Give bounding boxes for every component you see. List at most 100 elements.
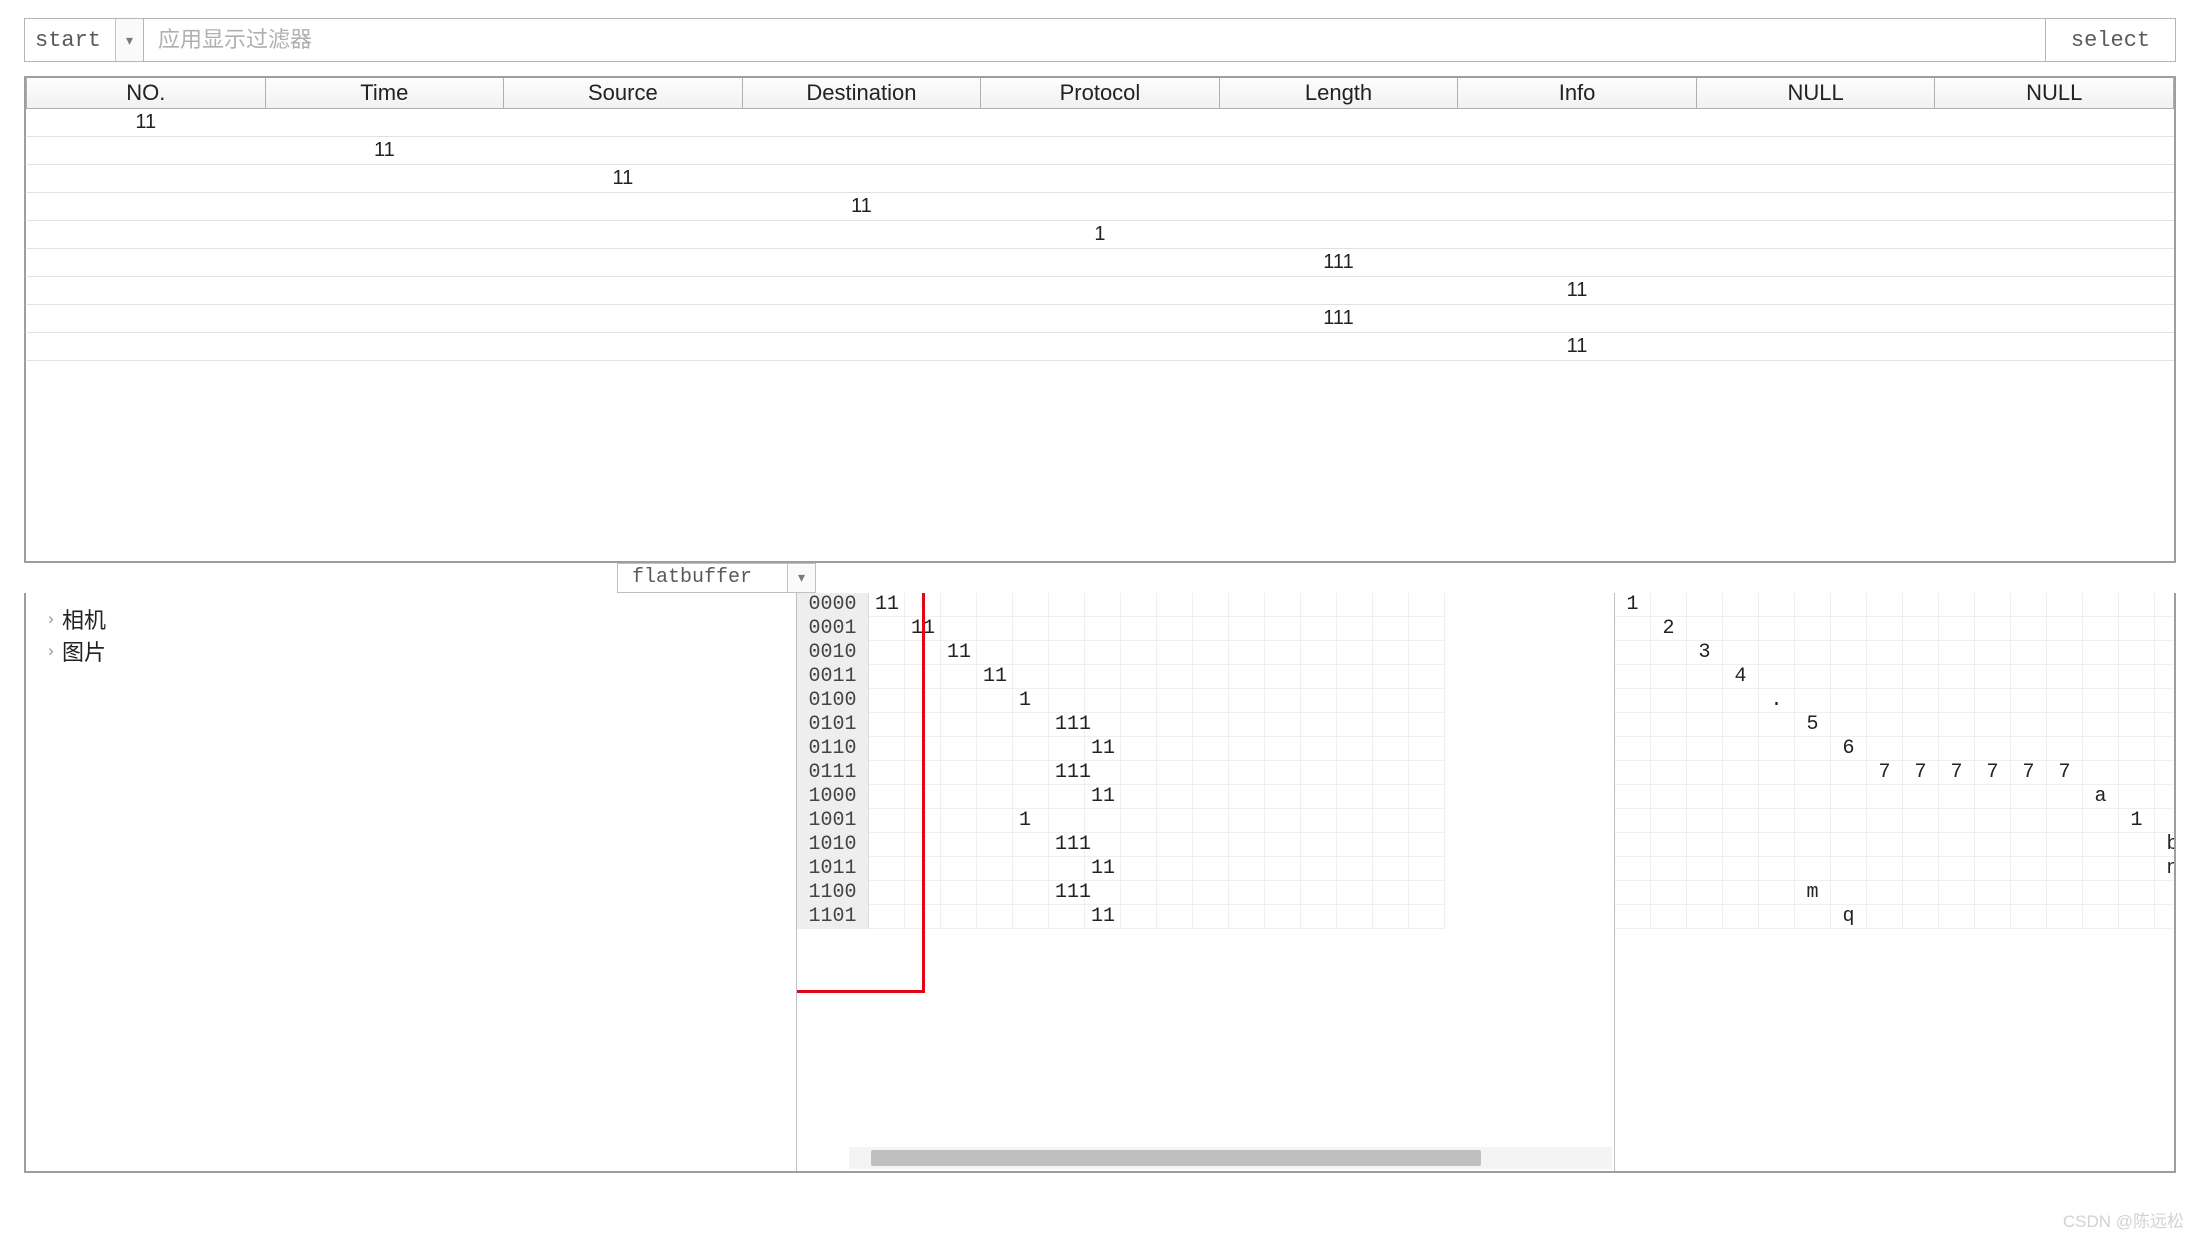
- tree-item-picture[interactable]: › 图片: [40, 635, 782, 667]
- hex-byte: [869, 689, 905, 713]
- ascii-char: [1615, 737, 1651, 761]
- ascii-char: [1687, 593, 1723, 617]
- hex-byte: [1049, 617, 1085, 641]
- table-row[interactable]: 1: [27, 220, 2174, 248]
- table-row[interactable]: 11: [27, 332, 2174, 360]
- horizontal-scrollbar[interactable]: [849, 1147, 1612, 1169]
- ascii-char: [1759, 833, 1795, 857]
- hex-byte: [977, 713, 1013, 737]
- col-destination[interactable]: Destination: [742, 78, 981, 108]
- ascii-char: [1903, 689, 1939, 713]
- hex-byte: [1193, 809, 1229, 833]
- tree-item-camera[interactable]: › 相机: [40, 603, 782, 635]
- col-protocol[interactable]: Protocol: [981, 78, 1220, 108]
- ascii-char: [1831, 785, 1867, 809]
- ascii-row: 5: [1615, 713, 2174, 737]
- table-cell: 1: [981, 220, 1220, 248]
- table-cell: [1458, 248, 1697, 276]
- hex-byte: [1157, 689, 1193, 713]
- table-row[interactable]: 11: [27, 108, 2174, 136]
- table-cell: [742, 248, 981, 276]
- hex-byte: [1265, 641, 1301, 665]
- ascii-row: q: [1615, 905, 2174, 929]
- hex-byte: [1229, 809, 1265, 833]
- ascii-char: [1867, 857, 1903, 881]
- hex-byte: [869, 617, 905, 641]
- ascii-char: 7: [1975, 761, 2011, 785]
- col-time[interactable]: Time: [265, 78, 504, 108]
- table-cell: [504, 192, 743, 220]
- hex-row: 001111: [797, 665, 1614, 689]
- ascii-char: [2083, 713, 2119, 737]
- chevron-right-icon: ›: [40, 641, 62, 661]
- ascii-row: .: [1615, 689, 2174, 713]
- table-row[interactable]: 111: [27, 304, 2174, 332]
- ascii-pane[interactable]: 1234.56777777a1bnmq: [1614, 593, 2174, 1171]
- ascii-char: [2047, 593, 2083, 617]
- ascii-char: [2119, 857, 2155, 881]
- ascii-char: [1759, 905, 1795, 929]
- table-cell: [265, 248, 504, 276]
- hex-byte: 11: [869, 593, 905, 617]
- hex-byte: [1337, 785, 1373, 809]
- ascii-char: [1723, 809, 1759, 833]
- table-cell: [742, 220, 981, 248]
- ascii-char: [1759, 761, 1795, 785]
- table-row[interactable]: 11: [27, 192, 2174, 220]
- hex-byte: [1085, 713, 1121, 737]
- scrollbar-thumb[interactable]: [871, 1150, 1481, 1166]
- flatbuffer-combo-value[interactable]: flatbuffer: [618, 563, 788, 593]
- ascii-char: [1939, 617, 1975, 641]
- table-row[interactable]: 11: [27, 164, 2174, 192]
- table-cell: [504, 108, 743, 136]
- filter-input[interactable]: [144, 18, 2046, 62]
- hex-byte: [1265, 665, 1301, 689]
- hex-byte: [905, 881, 941, 905]
- hex-byte: [1121, 905, 1157, 929]
- hex-byte: [1157, 833, 1193, 857]
- select-button[interactable]: select: [2046, 18, 2176, 62]
- start-combo[interactable]: start ▾: [24, 18, 144, 62]
- ascii-char: [2011, 593, 2047, 617]
- ascii-char: [1723, 785, 1759, 809]
- hex-offset: 1101: [797, 905, 869, 929]
- ascii-char: [1831, 761, 1867, 785]
- col-null-1[interactable]: NULL: [1696, 78, 1935, 108]
- hex-byte: [905, 785, 941, 809]
- hex-pane[interactable]: 0000110001110010110011110100101011110110…: [796, 593, 1614, 1171]
- table-cell: [265, 276, 504, 304]
- hex-byte: [1013, 857, 1049, 881]
- table-row[interactable]: 11: [27, 136, 2174, 164]
- hex-byte: [905, 737, 941, 761]
- col-source[interactable]: Source: [504, 78, 743, 108]
- chevron-down-icon[interactable]: ▾: [788, 563, 816, 593]
- col-length[interactable]: Length: [1219, 78, 1458, 108]
- ascii-char: [1831, 809, 1867, 833]
- col-info[interactable]: Info: [1458, 78, 1697, 108]
- table-cell: [504, 332, 743, 360]
- col-null-2[interactable]: NULL: [1935, 78, 2174, 108]
- hex-byte: [1265, 617, 1301, 641]
- ascii-char: 5: [1795, 713, 1831, 737]
- hex-row: 0101111: [797, 713, 1614, 737]
- table-cell: [1696, 276, 1935, 304]
- hex-byte: [977, 641, 1013, 665]
- hex-byte: [977, 593, 1013, 617]
- hex-byte: [1409, 833, 1445, 857]
- ascii-row: 1: [1615, 593, 2174, 617]
- table-row[interactable]: 11: [27, 276, 2174, 304]
- ascii-char: [1867, 593, 1903, 617]
- hex-byte: [1157, 737, 1193, 761]
- ascii-char: [1975, 785, 2011, 809]
- hex-byte: [1373, 641, 1409, 665]
- hex-byte: [1229, 833, 1265, 857]
- ascii-char: [2083, 737, 2119, 761]
- ascii-char: [2083, 689, 2119, 713]
- hex-byte: [1229, 785, 1265, 809]
- col-no[interactable]: NO.: [27, 78, 266, 108]
- hex-offset: 0100: [797, 689, 869, 713]
- ascii-char: [1759, 665, 1795, 689]
- chevron-down-icon[interactable]: ▾: [115, 19, 143, 61]
- hex-byte: [1337, 905, 1373, 929]
- table-row[interactable]: 111: [27, 248, 2174, 276]
